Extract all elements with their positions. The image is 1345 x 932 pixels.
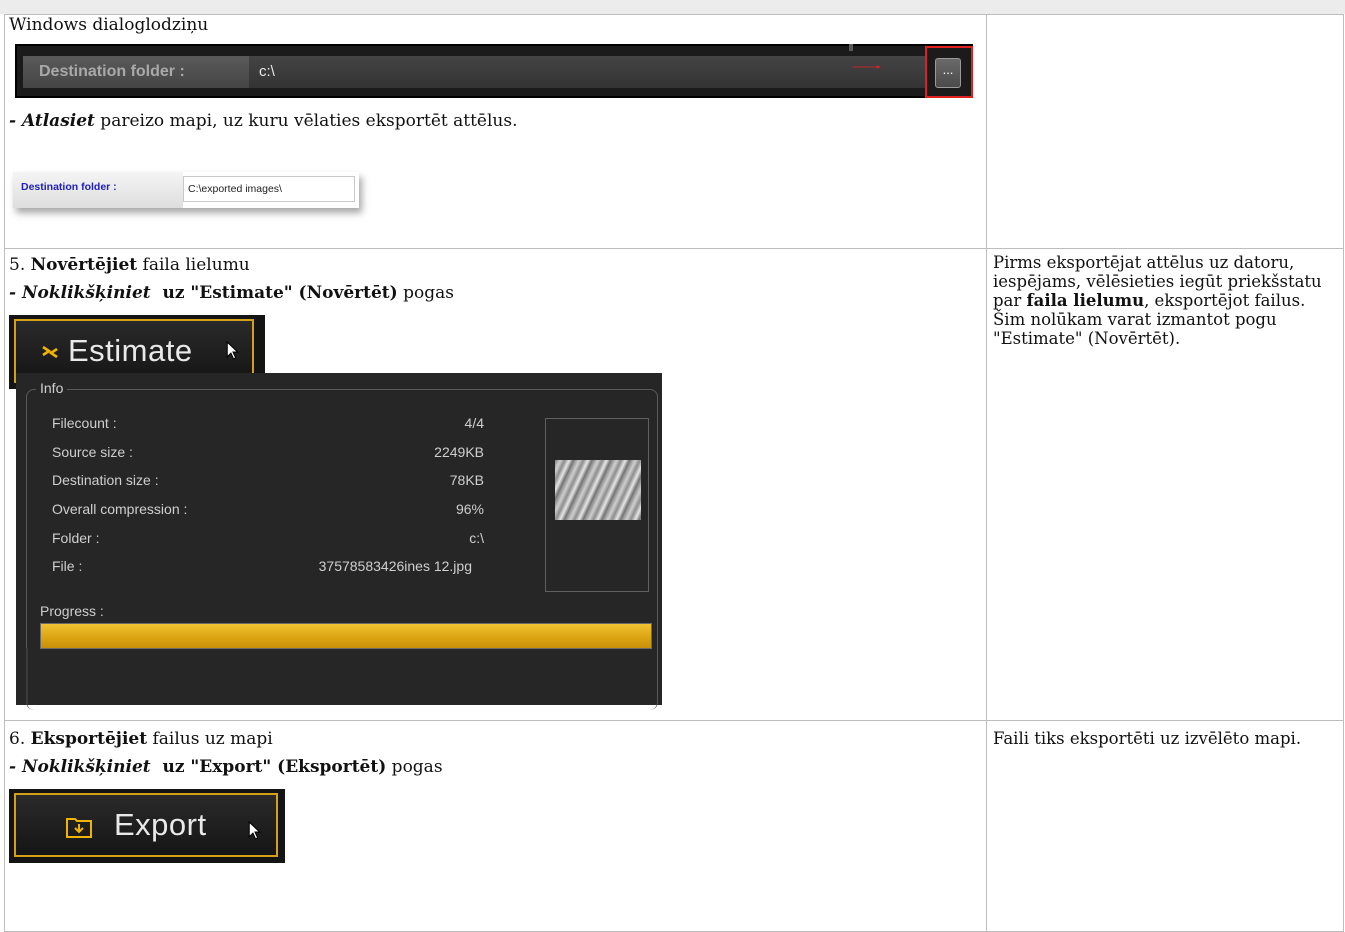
info-row: Overall compression : 96% bbox=[52, 501, 484, 521]
progress-fill bbox=[41, 624, 651, 648]
info-value: 96% bbox=[455, 501, 484, 517]
panel-edge bbox=[26, 648, 28, 705]
click-bold: Noklikšķiniet bbox=[21, 757, 151, 777]
info-key: Overall compression : bbox=[52, 501, 188, 517]
row2-click-instruction: - Noklikšķiniet uz "Estimate" (Novērtēt)… bbox=[9, 283, 454, 303]
row3-note: Faili tiks eksportēti uz izvēlēto mapi. bbox=[993, 729, 1302, 748]
row1-instruction-rest: pareizo mapi, uz kuru vēlaties eksportēt… bbox=[94, 111, 518, 131]
progress-label: Progress : bbox=[40, 603, 104, 619]
click-bold: Noklikšķiniet bbox=[21, 283, 151, 303]
info-value: 4/4 bbox=[464, 415, 484, 431]
row2-note-cell: Pirms eksportējat attēlus uz datoru, ies… bbox=[986, 248, 1344, 721]
cursor-arrow-icon bbox=[248, 821, 261, 840]
row2-step: 5. Novērtējiet faila lielumu bbox=[9, 255, 250, 275]
click-rest: pogas bbox=[386, 757, 443, 777]
info-value: c:\ bbox=[469, 530, 484, 546]
click-rest: pogas bbox=[397, 283, 454, 303]
info-row: Folder : c:\ bbox=[52, 530, 484, 550]
browse-button[interactable]: ... bbox=[935, 58, 961, 88]
info-key: Filecount : bbox=[52, 415, 117, 431]
step5-rest: faila lielumu bbox=[137, 255, 250, 275]
estimate-label: Estimate bbox=[68, 333, 193, 368]
info-value: 2249KB bbox=[434, 444, 484, 460]
info-key: Folder : bbox=[52, 530, 100, 546]
info-key: Source size : bbox=[52, 444, 133, 460]
red-arrow-icon bbox=[852, 65, 881, 69]
row2-note: Pirms eksportējat attēlus uz datoru, ies… bbox=[987, 249, 1343, 352]
info-panel-screenshot: Info Filecount : 4/4 Source size : 2249K… bbox=[16, 373, 662, 710]
estimate-icon bbox=[42, 345, 58, 359]
atlasiet-bold: Atlasiet bbox=[21, 111, 95, 131]
info-row: File : 37578583426ines 12.jpg bbox=[52, 558, 484, 578]
step6-number: 6. bbox=[9, 729, 26, 749]
small-destination-folder-screenshot: Destination folder : C:\exported images\ bbox=[13, 172, 359, 208]
click-quote: uz "Estimate" (Novērtēt) bbox=[162, 283, 398, 303]
xray-thumbnail bbox=[555, 460, 641, 520]
destination-folder-screenshot: Destination folder : c:\ ... bbox=[15, 44, 973, 98]
click-quote: uz "Export" (Eksportēt) bbox=[162, 757, 387, 777]
info-value: 78KB bbox=[449, 472, 484, 488]
cursor-arrow-icon bbox=[226, 341, 239, 360]
destination-folder-label: Destination folder : bbox=[23, 56, 249, 88]
top-strip bbox=[0, 0, 1345, 14]
row3-main-cell: 6. Eksportējiet failus uz mapi - Noklikš… bbox=[4, 720, 987, 932]
info-value: 37578583426ines 12.jpg bbox=[318, 558, 472, 574]
row1-note-cell bbox=[986, 14, 1344, 249]
image-preview-frame bbox=[545, 418, 649, 592]
small-destination-label: Destination folder : bbox=[13, 172, 183, 208]
row1-main-cell: Windows dialoglodziņu Destination folder… bbox=[4, 14, 987, 249]
small-destination-value: C:\exported images\ bbox=[183, 176, 355, 202]
export-folder-icon bbox=[66, 818, 92, 838]
step5-bold: Novērtējiet bbox=[30, 255, 138, 275]
note-bold: faila lielumu bbox=[1026, 291, 1145, 310]
row1-caption: Windows dialoglodziņu bbox=[9, 15, 209, 35]
step6-bold: Eksportējiet bbox=[30, 729, 148, 749]
export-label: Export bbox=[114, 807, 207, 842]
destination-folder-value: c:\ bbox=[249, 56, 925, 88]
info-row: Destination size : 78KB bbox=[52, 472, 484, 492]
row2-main-cell: 5. Novērtējiet faila lielumu - Noklikšķi… bbox=[4, 248, 987, 721]
row3-step: 6. Eksportējiet failus uz mapi bbox=[9, 729, 273, 749]
step6-rest: failus uz mapi bbox=[147, 729, 273, 749]
dialog-edge bbox=[849, 44, 853, 51]
info-title: Info bbox=[36, 380, 68, 396]
row1-instruction: - Atlasiet pareizo mapi, uz kuru vēlatie… bbox=[9, 111, 518, 131]
info-key: Destination size : bbox=[52, 472, 159, 488]
info-row: Source size : 2249KB bbox=[52, 444, 484, 464]
help-table: Windows dialoglodziņu Destination folder… bbox=[4, 14, 1344, 932]
progress-bar bbox=[40, 623, 652, 649]
row3-note-cell: Faili tiks eksportēti uz izvēlēto mapi. bbox=[986, 720, 1344, 932]
export-button-screenshot: Export bbox=[9, 789, 285, 863]
row3-click-instruction: - Noklikšķiniet uz "Export" (Eksportēt) … bbox=[9, 757, 443, 777]
export-button[interactable]: Export bbox=[14, 793, 278, 857]
info-row: Filecount : 4/4 bbox=[52, 415, 484, 435]
info-key: File : bbox=[52, 558, 83, 574]
step5-number: 5. bbox=[9, 255, 26, 275]
